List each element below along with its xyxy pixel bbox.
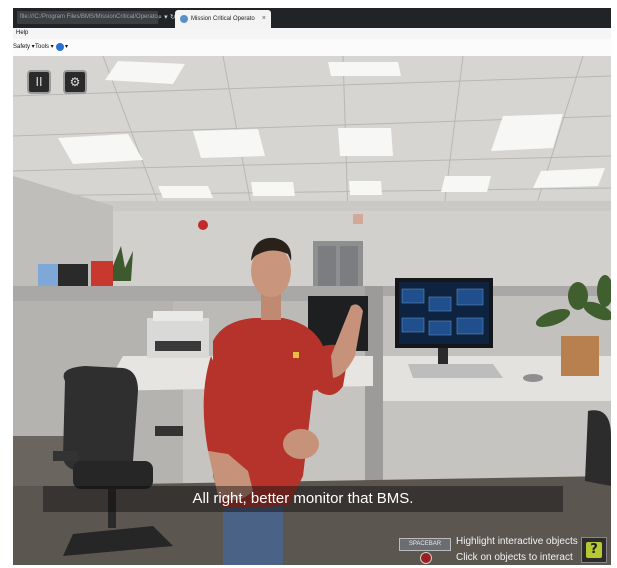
dialogue-subtitle: All right, better monitor that BMS. xyxy=(43,486,563,512)
plant-pot xyxy=(561,336,599,376)
printer xyxy=(147,318,209,358)
neck xyxy=(261,294,281,320)
mouse-click-icon xyxy=(420,552,432,564)
command-bar: Safety ▾ Tools ▾ ▾ xyxy=(13,39,611,57)
page-favicon-icon xyxy=(180,15,188,23)
help-globe-icon[interactable] xyxy=(56,43,64,51)
tab-title: Mission Critical Operato xyxy=(191,16,255,22)
tools-menu[interactable]: Tools ▾ xyxy=(35,39,54,56)
tab-close-icon[interactable]: × xyxy=(262,10,266,28)
settings-button[interactable]: ⚙ xyxy=(63,70,87,94)
menu-bar: Help xyxy=(13,28,611,39)
tab-bar: file:///C:/Program Files/BMS/MissionCrit… xyxy=(13,8,611,28)
address-bar[interactable]: file:///C:/Program Files/BMS/MissionCrit… xyxy=(17,11,158,24)
fire-alarm xyxy=(198,220,208,230)
hint-click: Click on objects to interact xyxy=(456,552,573,563)
browser-window: file:///C:/Program Files/BMS/MissionCrit… xyxy=(13,8,611,565)
help-question-icon: ? xyxy=(586,542,602,558)
game-viewport[interactable]: II ⚙ All right, better monitor that BMS.… xyxy=(13,56,611,565)
hint-highlight: Highlight interactive objects xyxy=(456,536,578,547)
pause-button[interactable]: II xyxy=(27,70,51,94)
help-dropdown-icon[interactable]: ▾ xyxy=(65,39,68,56)
safety-menu[interactable]: Safety ▾ xyxy=(13,39,35,56)
jeans xyxy=(223,506,283,565)
menu-help[interactable]: Help xyxy=(16,28,28,39)
fist xyxy=(283,429,319,459)
address-controls[interactable]: ⌕ ▾ ↻ xyxy=(158,11,176,24)
help-button[interactable]: ? xyxy=(581,537,607,563)
keyboard xyxy=(408,364,503,378)
spacebar-key-icon: SPACEBAR xyxy=(399,538,451,551)
browser-tab[interactable]: Mission Critical Operato × xyxy=(175,10,271,28)
